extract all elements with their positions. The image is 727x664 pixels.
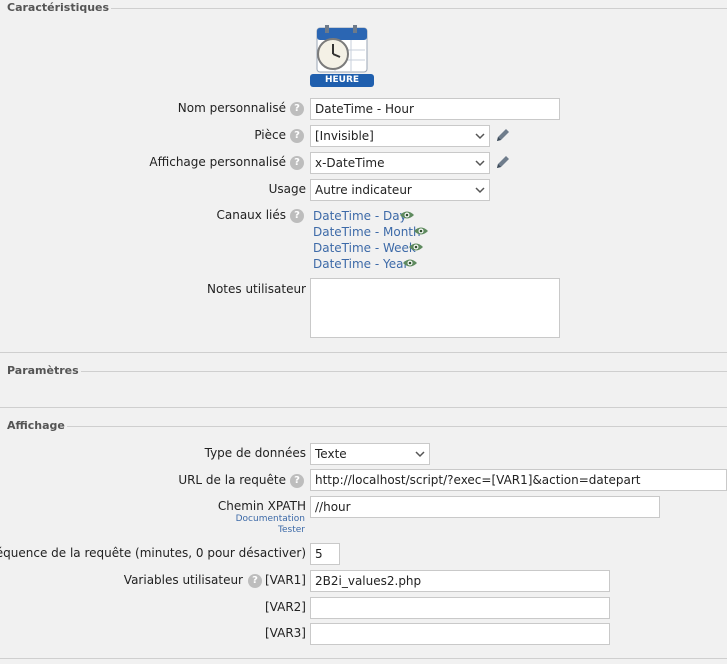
section-separator — [0, 658, 727, 659]
room-label: Pièce — [254, 128, 286, 142]
var1-input[interactable]: 2B2i_values2.php — [310, 570, 610, 592]
var3-label: [VAR3] — [265, 626, 306, 640]
section-line-parameters — [74, 371, 727, 372]
user-notes-textarea[interactable] — [310, 278, 560, 338]
var1-label: [VAR1] — [265, 573, 306, 587]
section-title-parameters: Paramètres — [7, 364, 81, 377]
linked-channel-link[interactable]: DateTime - Month — [313, 225, 421, 239]
var2-input[interactable] — [310, 597, 610, 619]
custom-display-label: Affichage personnalisé — [149, 155, 286, 169]
custom-display-select-value: x-DateTime — [315, 156, 385, 170]
pencil-icon[interactable] — [494, 126, 512, 144]
eye-icon[interactable] — [408, 242, 424, 252]
frequency-label: Fréquence de la requête (minutes, 0 pour… — [0, 546, 306, 560]
var3-input[interactable] — [310, 623, 610, 645]
help-icon[interactable]: ? — [248, 574, 262, 588]
chevron-down-icon — [415, 451, 425, 458]
request-url-input[interactable]: http://localhost/script/?exec=[VAR1]&act… — [310, 469, 727, 491]
eye-icon[interactable] — [399, 210, 415, 220]
user-variables-label: Variables utilisateur — [123, 573, 243, 587]
linked-channel-link[interactable]: DateTime - Week — [313, 241, 416, 255]
usage-select-value: Autre indicateur — [315, 183, 412, 197]
pencil-icon[interactable] — [494, 153, 512, 171]
help-icon[interactable]: ? — [290, 209, 304, 223]
custom-display-select[interactable]: x-DateTime — [310, 152, 490, 174]
room-select[interactable]: [Invisible] — [310, 125, 490, 147]
eye-icon[interactable] — [402, 258, 418, 268]
var2-label: [VAR2] — [265, 600, 306, 614]
help-icon[interactable]: ? — [290, 102, 304, 116]
xpath-input[interactable]: //hour — [310, 496, 660, 518]
chevron-down-icon — [475, 187, 485, 194]
xpath-label: Chemin XPATH — [217, 499, 306, 513]
xpath-documentation-link[interactable]: Documentation — [236, 514, 305, 524]
section-title-characteristics: Caractéristiques — [7, 1, 112, 14]
usage-label: Usage — [268, 182, 306, 196]
section-separator — [0, 352, 727, 353]
section-separator — [0, 407, 727, 408]
linked-channel-link[interactable]: DateTime - Year — [313, 257, 408, 271]
help-icon[interactable]: ? — [290, 156, 304, 170]
usage-select[interactable]: Autre indicateur — [310, 179, 490, 201]
data-type-select-value: Texte — [315, 447, 347, 461]
data-type-select[interactable]: Texte — [310, 443, 430, 465]
device-icon[interactable]: HEURE — [309, 24, 375, 88]
custom-name-label: Nom personnalisé — [177, 101, 286, 115]
section-line-characteristics — [100, 8, 727, 9]
linked-channels-label: Canaux liés — [216, 208, 286, 222]
chevron-down-icon — [475, 133, 485, 140]
xpath-tester-link[interactable]: Tester — [278, 525, 305, 535]
linked-channel-link[interactable]: DateTime - Day — [313, 209, 407, 223]
eye-icon[interactable] — [413, 226, 429, 236]
user-notes-label: Notes utilisateur — [206, 282, 306, 296]
data-type-label: Type de données — [204, 446, 306, 460]
room-select-value: [Invisible] — [315, 129, 374, 143]
chevron-down-icon — [475, 160, 485, 167]
help-icon[interactable]: ? — [290, 474, 304, 488]
section-line-display — [62, 426, 727, 427]
request-url-label: URL de la requête — [178, 473, 286, 487]
device-icon-caption: HEURE — [324, 75, 360, 85]
section-title-display: Affichage — [7, 419, 67, 432]
custom-name-input[interactable]: DateTime - Hour — [310, 98, 560, 120]
help-icon[interactable]: ? — [290, 129, 304, 143]
frequency-input[interactable]: 5 — [310, 543, 340, 565]
